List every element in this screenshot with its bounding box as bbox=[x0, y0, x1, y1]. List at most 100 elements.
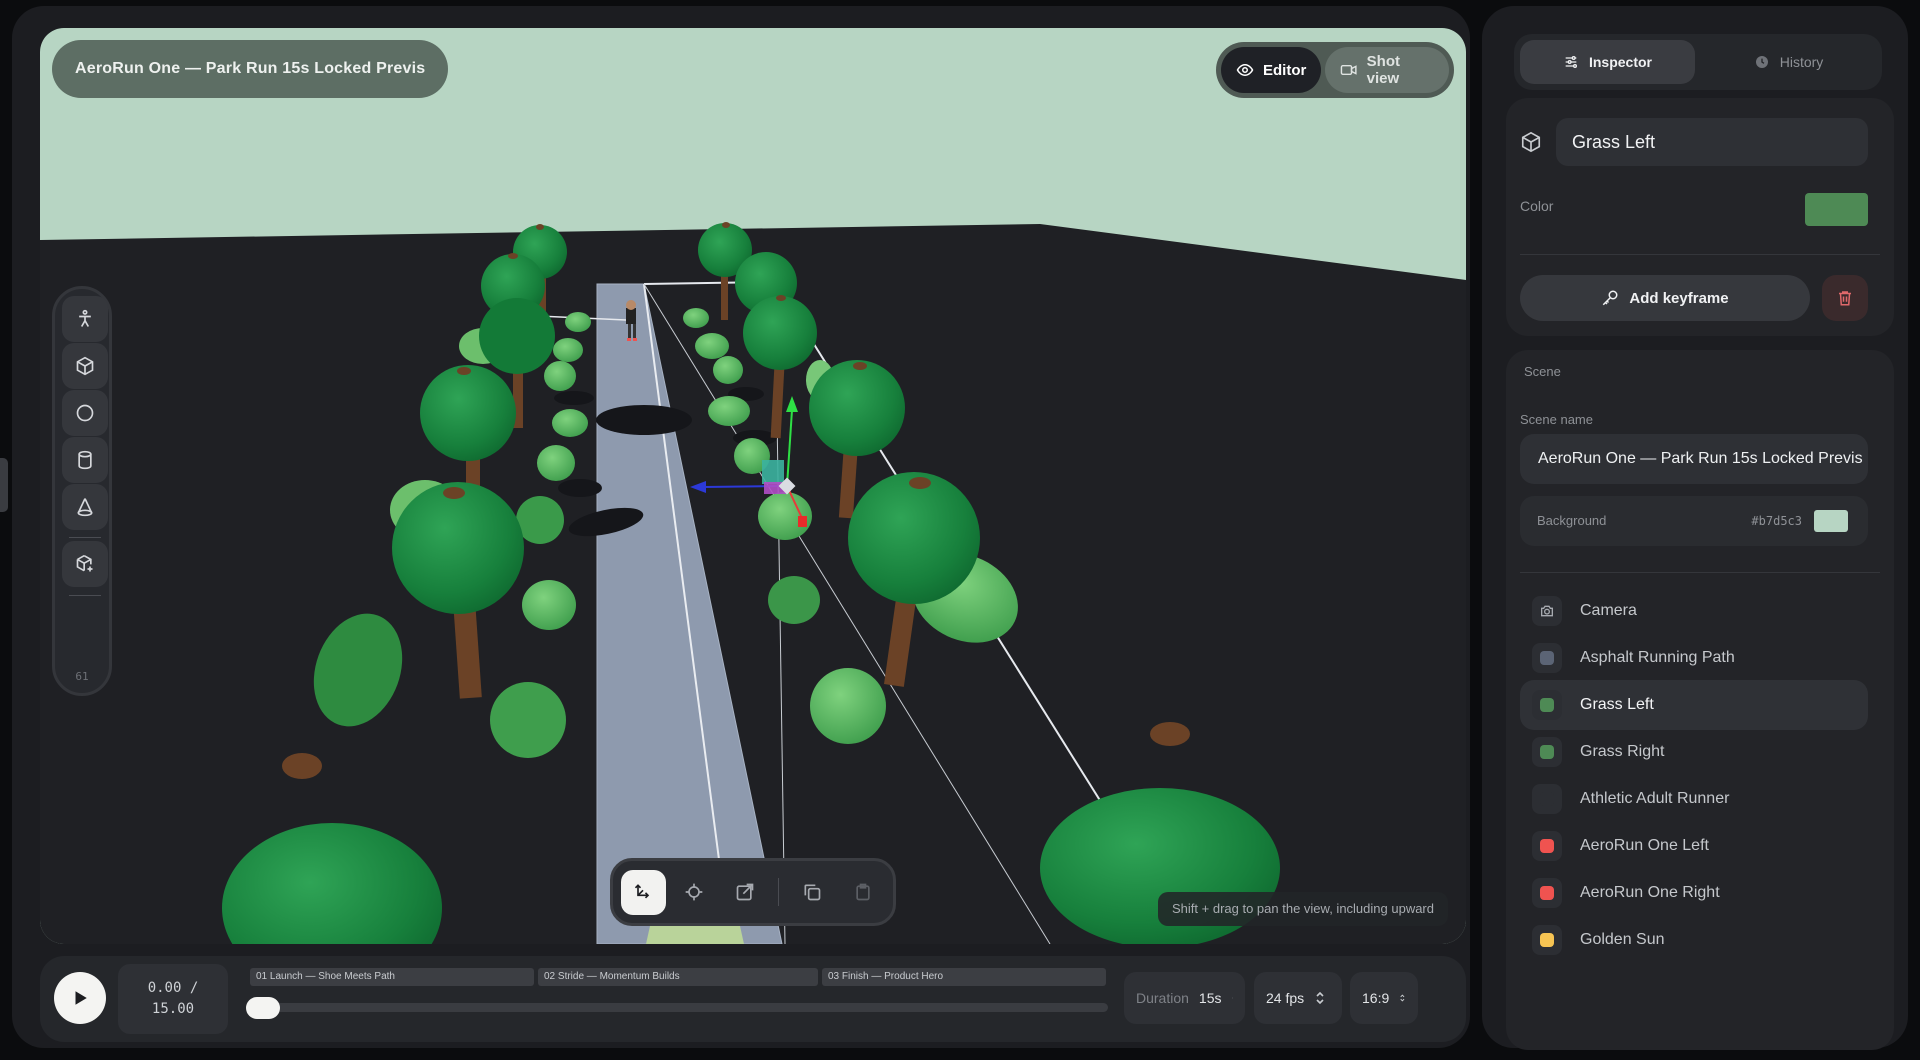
eye-icon bbox=[1236, 63, 1254, 77]
fps-select[interactable]: 24 fps bbox=[1254, 972, 1342, 1024]
paste-icon bbox=[856, 883, 870, 901]
time-readout: 0.00 / 15.00 bbox=[118, 964, 228, 1034]
tab-inspector[interactable]: Inspector bbox=[1520, 40, 1695, 84]
object-color-chip bbox=[1532, 690, 1562, 720]
background-field: Background #b7d5c3 bbox=[1520, 496, 1868, 546]
camera-icon bbox=[1532, 596, 1562, 626]
duplicate-icon bbox=[804, 884, 821, 901]
navigation-hint: Shift + drag to pan the view, including … bbox=[1158, 892, 1448, 926]
tab-history[interactable]: History bbox=[1701, 40, 1876, 84]
background-hex: #b7d5c3 bbox=[1751, 514, 1802, 528]
scene-object-golden-sun[interactable]: Golden Sun bbox=[1520, 915, 1868, 965]
add-sphere-button[interactable] bbox=[62, 390, 108, 436]
scale-icon bbox=[736, 883, 753, 901]
delete-object-button[interactable] bbox=[1822, 275, 1868, 321]
shot-view-label: Shot view bbox=[1366, 53, 1400, 87]
paste-button[interactable] bbox=[840, 870, 885, 915]
chevron-updown-icon bbox=[1400, 994, 1405, 1002]
duration-select[interactable]: Duration 15s bbox=[1124, 972, 1245, 1024]
scene-object-asphalt-path[interactable]: Asphalt Running Path bbox=[1520, 633, 1868, 683]
panel-resize-handle[interactable] bbox=[0, 458, 8, 512]
tab-history-label: History bbox=[1779, 54, 1824, 70]
object-properties-card: Grass Left Color Add keyframe bbox=[1506, 98, 1894, 336]
segment-3[interactable]: 03 Finish — Product Hero bbox=[822, 968, 1106, 986]
view-mode-toggle: Editor Shot view bbox=[1216, 42, 1454, 98]
chevron-updown-icon bbox=[1316, 991, 1324, 1005]
scene-object-grass-right[interactable]: Grass Right bbox=[1520, 727, 1868, 777]
time-total: 15.00 bbox=[151, 1001, 195, 1017]
scene-object-grass-left[interactable]: Grass Left bbox=[1520, 680, 1868, 730]
object-label: Athletic Adult Runner bbox=[1580, 790, 1730, 807]
add-keyframe-button[interactable]: Add keyframe bbox=[1520, 275, 1810, 321]
playhead-handle[interactable] bbox=[246, 997, 280, 1019]
chevron-updown-icon bbox=[1231, 997, 1233, 999]
add-person-button[interactable] bbox=[62, 296, 108, 342]
cube-icon bbox=[1521, 131, 1541, 153]
add-cube-button[interactable] bbox=[62, 343, 108, 389]
aspect-value: 16:9 bbox=[1362, 990, 1390, 1006]
transform-toolbar bbox=[610, 858, 896, 926]
3d-viewport[interactable]: AeroRun One — Park Run 15s Locked Previs… bbox=[40, 28, 1466, 944]
editor-view-button[interactable]: Editor bbox=[1221, 47, 1322, 93]
toolbar-divider bbox=[777, 878, 779, 906]
object-label: Grass Left bbox=[1580, 696, 1654, 713]
segment-2[interactable]: 02 Stride — Momentum Builds bbox=[538, 968, 818, 986]
aspect-ratio-select[interactable]: 16:9 bbox=[1350, 972, 1418, 1024]
background-color-swatch[interactable] bbox=[1814, 510, 1848, 532]
shot-view-button[interactable]: Shot view bbox=[1325, 47, 1449, 93]
scene-section-label: Scene bbox=[1524, 364, 1561, 379]
scene-object-runner[interactable]: Athletic Adult Runner bbox=[1520, 774, 1868, 824]
trash-icon bbox=[1839, 291, 1851, 306]
primitive-tool-rail: 61 bbox=[52, 286, 112, 696]
cone-icon bbox=[77, 498, 93, 517]
cylinder-icon bbox=[78, 450, 92, 470]
color-picker-swatch[interactable] bbox=[1805, 193, 1868, 226]
time-current: 0.00 / bbox=[147, 980, 199, 996]
object-label: Golden Sun bbox=[1580, 931, 1665, 948]
duration-label: Duration bbox=[1136, 990, 1189, 1006]
sliders-icon bbox=[1565, 56, 1577, 68]
clock-icon bbox=[1755, 56, 1768, 68]
scene-object-camera[interactable]: Camera bbox=[1520, 586, 1868, 636]
divider bbox=[1520, 254, 1880, 255]
move-icon bbox=[635, 884, 650, 899]
editor-view-label: Editor bbox=[1263, 61, 1307, 79]
play-icon bbox=[75, 991, 87, 1005]
scene-render[interactable] bbox=[40, 28, 1466, 944]
timeline-bar: 0.00 / 15.00 01 Launch — Shoe Meets Path… bbox=[40, 956, 1466, 1042]
scene-object-aerorun-left[interactable]: AeroRun One Left bbox=[1520, 821, 1868, 871]
object-label: Camera bbox=[1580, 602, 1637, 619]
scrub-track[interactable] bbox=[246, 1003, 1108, 1012]
video-camera-icon bbox=[1341, 64, 1357, 76]
add-cylinder-button[interactable] bbox=[62, 437, 108, 483]
editor-frame: AeroRun One — Park Run 15s Locked Previs… bbox=[12, 6, 1470, 1048]
duplicate-button[interactable] bbox=[790, 870, 835, 915]
scene-card: Scene Scene name AeroRun One — Park Run … bbox=[1506, 350, 1894, 1050]
object-color-chip bbox=[1532, 643, 1562, 673]
rotate-icon bbox=[685, 883, 703, 901]
add-cone-button[interactable] bbox=[62, 484, 108, 530]
scene-name-input[interactable]: AeroRun One — Park Run 15s Locked Previs bbox=[1520, 434, 1868, 484]
background-label: Background bbox=[1537, 513, 1607, 528]
scene-title: AeroRun One — Park Run 15s Locked Previs bbox=[52, 40, 449, 98]
object-name-input[interactable]: Grass Left bbox=[1556, 118, 1868, 166]
object-color-chip bbox=[1532, 737, 1562, 767]
object-label: Grass Right bbox=[1580, 743, 1665, 760]
scale-tool-button[interactable] bbox=[722, 870, 767, 915]
rotate-tool-button[interactable] bbox=[672, 870, 717, 915]
cube-icon bbox=[76, 356, 94, 376]
add-model-icon bbox=[76, 554, 93, 572]
segment-1[interactable]: 01 Launch — Shoe Meets Path bbox=[250, 968, 534, 986]
object-label: Asphalt Running Path bbox=[1580, 649, 1735, 666]
object-label: AeroRun One Right bbox=[1580, 884, 1720, 901]
divider bbox=[1520, 572, 1880, 573]
tab-inspector-label: Inspector bbox=[1588, 54, 1652, 70]
play-button[interactable] bbox=[54, 972, 106, 1024]
move-tool-button[interactable] bbox=[621, 869, 666, 915]
rail-divider bbox=[69, 595, 101, 596]
duration-value: 15s bbox=[1198, 990, 1222, 1006]
rail-divider bbox=[69, 537, 101, 538]
scene-object-aerorun-right[interactable]: AeroRun One Right bbox=[1520, 868, 1868, 918]
add-model-button[interactable] bbox=[62, 541, 108, 587]
object-color-chip bbox=[1532, 878, 1562, 908]
